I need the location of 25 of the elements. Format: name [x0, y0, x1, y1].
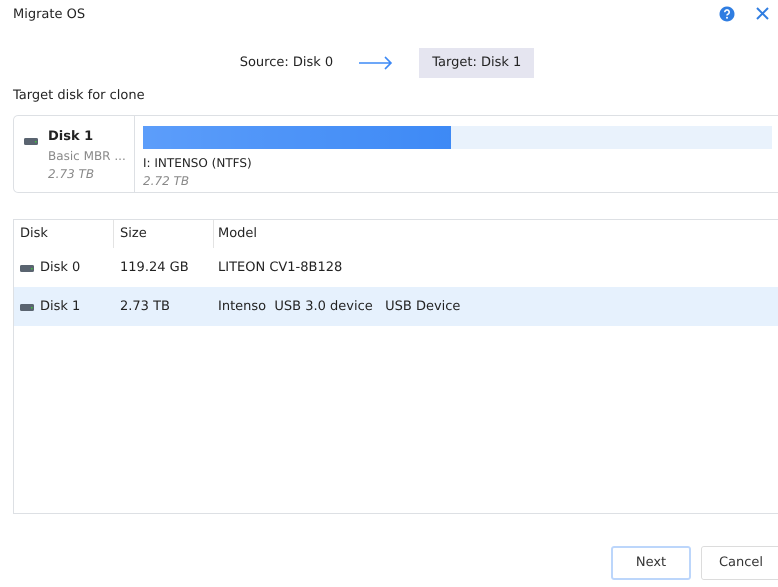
table-cell: Intenso USB 3.0 device USB Device — [218, 298, 460, 314]
target-label: Target: Disk 1 — [419, 48, 534, 78]
section-label: Target disk for clone — [13, 87, 145, 105]
table-row[interactable]: Disk 0 119.24 GB LITEON CV1-8B128 — [14, 248, 778, 287]
column-header: Model — [218, 226, 258, 242]
help-icon[interactable] — [719, 6, 735, 22]
column-header: Size — [120, 225, 147, 244]
disk-name: Disk 1 — [48, 128, 94, 146]
table-row[interactable]: Disk 1 2.73 TB Intenso USB 3.0 device USB Device — [14, 287, 778, 326]
table-cell-text: Disk 1 — [40, 298, 80, 316]
column-header: Disk — [20, 225, 48, 244]
window-title: Migrate OS — [13, 6, 86, 24]
cancel-button[interactable]: Cancel — [701, 546, 778, 580]
next-button[interactable]: Next — [611, 546, 691, 580]
disk-type: Basic MBR ... — [48, 148, 126, 164]
partition-size: 2.72 TB — [143, 173, 190, 190]
source-label: Source: Disk 0 — [240, 54, 334, 72]
partition-label: I: INTENSO (NTFS) — [143, 155, 253, 172]
table-cell: 119.24 GB — [120, 260, 189, 275]
table-cell-text: Disk 0 — [40, 258, 80, 277]
table-cell: LITEON CV1-8B128 — [218, 260, 342, 275]
arrow-icon — [359, 56, 394, 70]
disk-size: 2.73 TB — [48, 166, 96, 182]
table-cell: 2.73 TB — [120, 298, 170, 314]
close-icon[interactable] — [756, 7, 769, 20]
